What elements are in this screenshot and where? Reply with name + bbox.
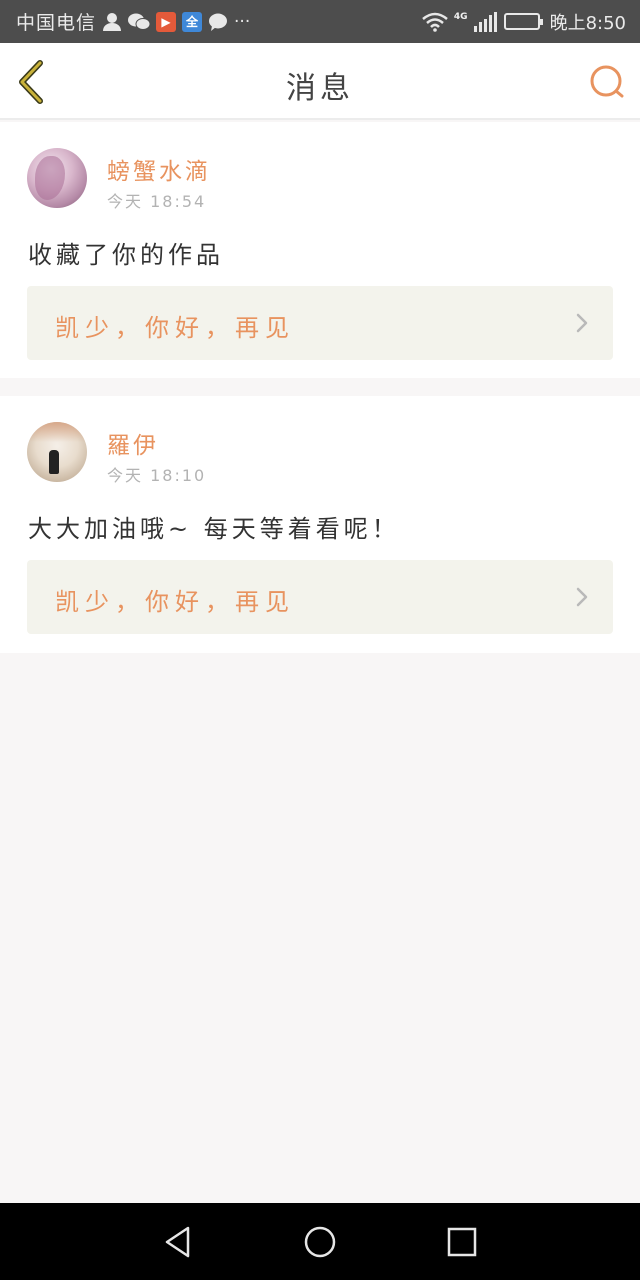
contact-icon <box>103 12 122 31</box>
status-bar: 中国电信 ▶ 全 ··· 4G 晚上8:50 <box>0 0 640 43</box>
chevron-right-icon <box>576 313 588 333</box>
chevron-right-icon <box>576 587 588 607</box>
nav-home-icon[interactable] <box>303 1225 337 1259</box>
avatar[interactable] <box>27 148 87 208</box>
wechat-icon <box>128 13 151 30</box>
page-title: 消息 <box>286 71 354 106</box>
work-title: 凯少，你好，再见 <box>55 588 295 616</box>
avatar[interactable] <box>27 422 87 482</box>
message-time: 今天 18:10 <box>107 466 207 485</box>
system-nav-bar <box>0 1203 640 1280</box>
video-app-icon: ▶ <box>156 11 177 32</box>
search-button[interactable] <box>588 63 626 101</box>
nav-back-icon[interactable] <box>162 1225 196 1259</box>
battery-icon <box>503 13 543 30</box>
network-type-label: 4G <box>453 11 468 22</box>
signal-icon <box>473 11 497 32</box>
status-bar-right: 4G 晚上8:50 <box>422 9 626 35</box>
message-text: 收藏了你的作品 <box>28 241 224 269</box>
work-link[interactable]: 凯少，你好，再见 <box>27 560 613 634</box>
message-text: 大大加油哦~ 每天等着看呢！ <box>28 515 400 543</box>
clock-label: 晚上8:50 <box>549 12 626 34</box>
message-card: 羅伊 今天 18:10 大大加油哦~ 每天等着看呢！ 凯少，你好，再见 <box>0 396 640 653</box>
header-bar: 消息 <box>0 43 640 120</box>
status-bar-left: 中国电信 ▶ 全 ··· <box>16 8 250 35</box>
quan-app-icon: 全 <box>182 11 203 32</box>
message-card: 螃蟹水滴 今天 18:54 收藏了你的作品 凯少，你好，再见 <box>0 122 640 378</box>
nav-recent-apps-icon[interactable] <box>445 1225 479 1259</box>
wifi-icon <box>422 12 448 32</box>
search-icon <box>590 65 624 98</box>
work-link[interactable]: 凯少，你好，再见 <box>27 286 613 360</box>
user-name[interactable]: 螃蟹水滴 <box>107 152 211 186</box>
message-time: 今天 18:54 <box>107 192 207 211</box>
message-bubble-icon <box>209 13 228 31</box>
work-title: 凯少，你好，再见 <box>55 314 295 342</box>
more-notifications-icon: ··· <box>234 11 251 32</box>
user-name[interactable]: 羅伊 <box>107 426 159 460</box>
carrier-label: 中国电信 <box>16 12 97 34</box>
